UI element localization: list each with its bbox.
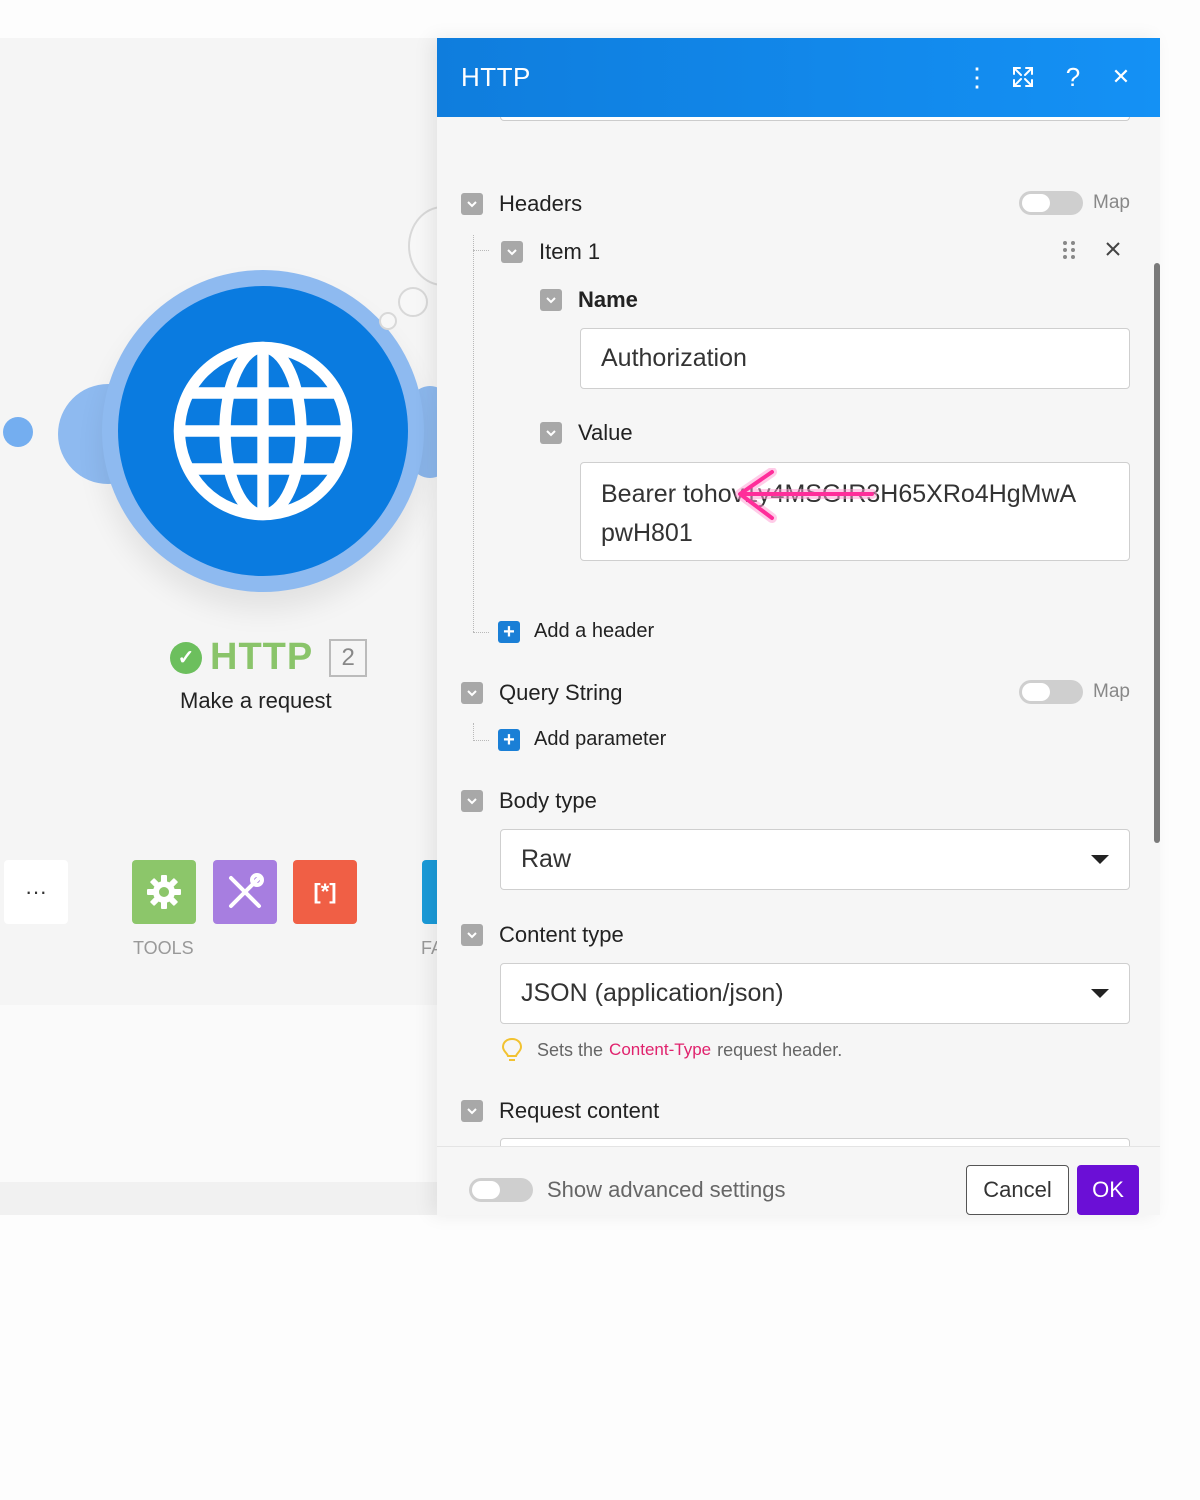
hint-before: Sets the xyxy=(537,1039,604,1060)
header-name-input[interactable]: Authorization xyxy=(580,328,1130,389)
tree-guide-end xyxy=(473,632,489,633)
gear-icon xyxy=(147,875,181,909)
panel-scrollbar[interactable] xyxy=(1154,263,1160,843)
plus-icon: + xyxy=(498,728,520,751)
chevron-down-icon[interactable] xyxy=(501,241,523,263)
wrench-screwdriver-icon xyxy=(229,873,264,908)
query-string-section: Query String xyxy=(461,680,623,706)
item-label: Item 1 xyxy=(539,239,601,264)
canvas-bottom-area xyxy=(0,1005,440,1182)
map-label: Map xyxy=(1093,192,1130,213)
body-type-label: Body type xyxy=(499,788,597,813)
flow-label: FA xyxy=(421,938,437,958)
more-tools-button[interactable]: ··· xyxy=(4,860,68,924)
caret-down-icon xyxy=(1091,855,1109,864)
content-type-label: Content type xyxy=(499,922,624,947)
headers-map-toggle[interactable]: Map xyxy=(1019,191,1130,215)
map-switch[interactable] xyxy=(1019,680,1083,704)
hint-bubble-medium xyxy=(398,287,428,317)
module-name: HTTP xyxy=(210,636,314,678)
add-header-button[interactable]: + Add a header xyxy=(498,620,654,643)
chevron-down-icon[interactable] xyxy=(461,682,483,704)
content-type-section: Content type xyxy=(461,922,624,948)
tree-guide-end xyxy=(473,740,489,741)
chevron-down-icon[interactable] xyxy=(461,790,483,812)
tree-guide xyxy=(473,235,474,632)
hint-code: Content-Type xyxy=(609,1040,712,1059)
advanced-settings-toggle[interactable]: Show advanced settings xyxy=(469,1177,786,1203)
canvas-bottom-strip xyxy=(0,1182,440,1215)
module-number-badge: 2 xyxy=(329,638,368,677)
drag-handle-icon[interactable] xyxy=(1062,239,1076,261)
ok-button[interactable]: OK xyxy=(1077,1165,1139,1215)
content-type-select[interactable]: JSON (application/json) xyxy=(500,963,1130,1024)
value-label: Value xyxy=(578,420,633,445)
content-type-value: JSON (application/json) xyxy=(521,979,784,1007)
cancel-button[interactable]: Cancel xyxy=(966,1165,1069,1215)
request-content-input[interactable]: { xyxy=(500,1138,1130,1146)
tools-wrench-button[interactable] xyxy=(213,860,277,924)
value-field-section: Value xyxy=(540,420,633,446)
hint-bubble-small xyxy=(379,312,397,330)
panel-title: HTTP xyxy=(461,62,531,92)
caret-down-icon xyxy=(1091,989,1109,998)
chevron-down-icon[interactable] xyxy=(540,422,562,444)
http-module-inner[interactable] xyxy=(118,286,408,576)
previous-field-bottom xyxy=(500,117,1130,121)
body-type-value: Raw xyxy=(521,845,572,873)
text-parser-button[interactable]: [*] xyxy=(293,860,357,924)
expand-icon[interactable] xyxy=(1006,60,1040,94)
success-check-icon: ✓ xyxy=(170,641,202,674)
panel-footer: Show advanced settings Cancel OK xyxy=(437,1146,1160,1215)
query-string-label: Query String xyxy=(499,680,623,705)
brackets-icon: [*] xyxy=(313,879,337,904)
http-module-panel: HTTP ⋮ ? ✕ Headers Map Item 1 Name Autho… xyxy=(437,38,1160,1215)
body-type-section: Body type xyxy=(461,788,597,814)
headers-section: Headers xyxy=(461,191,582,217)
tree-guide-branch xyxy=(473,250,489,251)
tree-guide xyxy=(473,723,474,741)
panel-header: HTTP ⋮ ? ✕ xyxy=(437,38,1160,117)
plus-icon: + xyxy=(498,620,520,643)
panel-scroll-area[interactable]: Headers Map Item 1 Name Authorization Va… xyxy=(437,117,1160,1146)
connection-dot[interactable] xyxy=(3,417,33,447)
module-title: ✓ HTTP 2 xyxy=(170,636,368,679)
chevron-down-icon[interactable] xyxy=(461,193,483,215)
tools-button[interactable] xyxy=(132,860,196,924)
add-header-label: Add a header xyxy=(534,620,655,642)
query-map-toggle[interactable]: Map xyxy=(1019,680,1130,704)
map-label: Map xyxy=(1093,681,1130,702)
header-item-1: Item 1 xyxy=(501,239,600,265)
name-label: Name xyxy=(578,287,638,312)
help-icon[interactable]: ? xyxy=(1056,60,1090,94)
tools-label: TOOLS xyxy=(133,938,194,958)
annotation-arrow-icon xyxy=(735,468,877,523)
chevron-down-icon[interactable] xyxy=(540,289,562,311)
request-content-label: Request content xyxy=(499,1098,660,1123)
headers-label: Headers xyxy=(499,191,583,216)
advanced-label: Show advanced settings xyxy=(547,1177,786,1202)
content-type-hint: Sets the Content-Type request header. xyxy=(501,1037,842,1063)
advanced-switch[interactable] xyxy=(469,1178,533,1202)
request-content-section: Request content xyxy=(461,1098,659,1124)
module-subtitle: Make a request xyxy=(180,688,332,713)
remove-item-icon[interactable] xyxy=(1103,239,1123,259)
add-parameter-button[interactable]: + Add parameter xyxy=(498,728,666,751)
hint-after: request header. xyxy=(717,1039,843,1060)
body-type-select[interactable]: Raw xyxy=(500,829,1130,890)
lightbulb-icon xyxy=(501,1037,523,1061)
globe-icon xyxy=(173,341,353,521)
chevron-down-icon[interactable] xyxy=(461,1100,483,1122)
name-field-section: Name xyxy=(540,287,638,313)
close-icon[interactable]: ✕ xyxy=(1104,60,1138,94)
add-parameter-label: Add parameter xyxy=(534,728,667,750)
chevron-down-icon[interactable] xyxy=(461,924,483,946)
more-vertical-icon[interactable]: ⋮ xyxy=(960,60,994,94)
map-switch[interactable] xyxy=(1019,191,1083,215)
